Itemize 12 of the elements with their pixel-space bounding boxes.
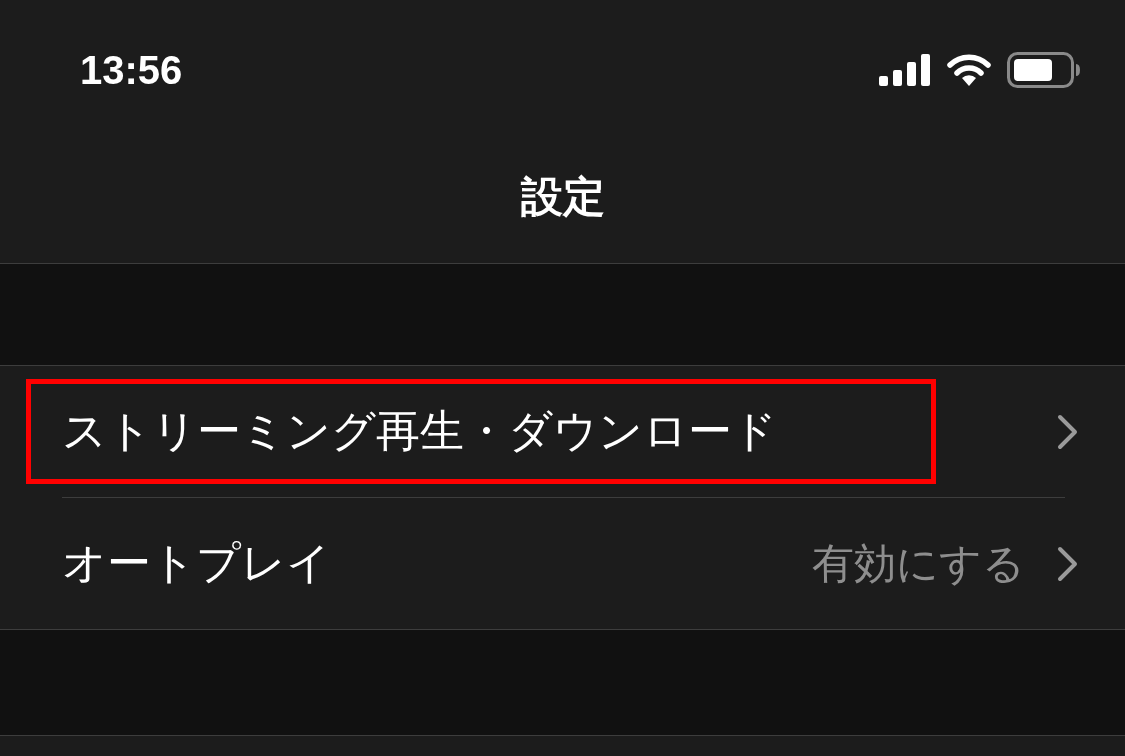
battery-icon bbox=[1007, 52, 1081, 88]
row-value: 有効にする bbox=[812, 537, 1025, 590]
row-label: オートプレイ bbox=[61, 536, 332, 590]
row-label: ストリーミング再生・ダウンロード bbox=[26, 379, 936, 484]
status-time: 13:56 bbox=[80, 47, 183, 93]
settings-row[interactable]: ストリーミング再生・ダウンロード bbox=[0, 366, 1125, 497]
signal-icon bbox=[879, 54, 931, 86]
settings-row[interactable]: オートプレイ 有効にする bbox=[0, 498, 1125, 629]
chevron-icon bbox=[1057, 413, 1079, 450]
nav-title: 設定 bbox=[520, 170, 605, 223]
chevron-icon bbox=[1057, 545, 1079, 582]
wifi-icon bbox=[947, 54, 991, 86]
